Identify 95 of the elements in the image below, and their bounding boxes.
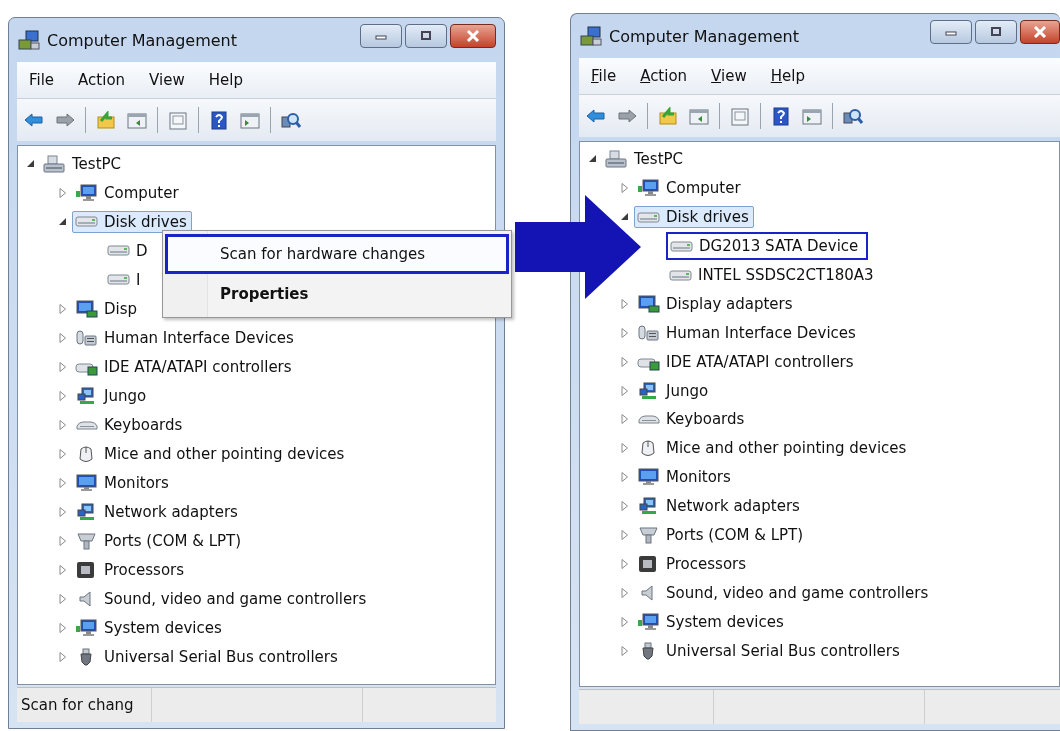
back-arrow-icon[interactable] (585, 106, 607, 126)
tree-item[interactable]: I (104, 268, 146, 291)
menu-item[interactable]: Properties (165, 274, 509, 314)
menu-item[interactable]: Scan for hardware changes (165, 234, 509, 274)
drive-icon (670, 240, 693, 252)
tree-item[interactable]: Computer (634, 177, 746, 200)
back-arrow-icon[interactable] (23, 110, 45, 130)
drive-icon (75, 216, 98, 227)
close-icon (1033, 26, 1047, 38)
maximize-button[interactable] (975, 20, 1017, 44)
action-pane-icon[interactable] (801, 106, 823, 126)
drive-icon (107, 274, 130, 285)
monitor-icon (637, 179, 660, 198)
close-button[interactable] (1020, 20, 1060, 44)
drive-icon (637, 211, 660, 223)
tree-item[interactable]: Ports (COM & LPT) (72, 529, 247, 552)
monitor-icon (75, 618, 98, 637)
display-adapter-icon (75, 299, 98, 318)
console-tree-icon[interactable] (126, 110, 148, 130)
maximize-icon (989, 27, 1003, 37)
tree-item[interactable]: Universal Serial Bus controllers (634, 639, 905, 662)
drive-icon (107, 245, 130, 256)
monitor-icon (637, 612, 660, 631)
tree-item[interactable]: Disk drives (72, 210, 192, 233)
help-icon[interactable] (208, 110, 230, 130)
display-adapter-icon (637, 294, 660, 313)
minimize-button[interactable] (360, 24, 402, 48)
menu-item[interactable]: View (137, 69, 197, 91)
tree-item[interactable]: IDE ATA/ATAPI controllers (634, 350, 859, 373)
drive-icon (669, 269, 692, 281)
menu-item[interactable]: Action (66, 69, 138, 91)
tree-item[interactable]: Mice and other pointing devices (72, 442, 350, 465)
forward-arrow-icon[interactable] (54, 110, 76, 130)
menu-item[interactable]: File (579, 65, 629, 87)
monitor-icon (637, 468, 660, 487)
tree-item[interactable]: Ports (COM & LPT) (634, 524, 809, 546)
tree-item[interactable]: Jungo (72, 384, 152, 407)
tree-item[interactable]: Monitors (72, 471, 174, 494)
forward-arrow-icon[interactable] (616, 106, 638, 126)
port-connector-icon (637, 526, 660, 544)
close-button[interactable] (450, 24, 496, 48)
menu-item[interactable]: Help (758, 65, 817, 87)
tree-item[interactable]: Mice and other pointing devices (634, 437, 912, 460)
monitor-icon (75, 473, 98, 492)
maximize-button[interactable] (405, 24, 447, 48)
status-text: Scan for chang (21, 696, 134, 714)
tree-item[interactable]: Display adapters (634, 292, 798, 315)
tree-item[interactable]: Jungo (634, 379, 714, 402)
maximize-icon (419, 31, 433, 41)
properties-sheet-icon[interactable] (167, 110, 189, 130)
help-icon[interactable] (770, 106, 792, 126)
tree-item[interactable]: Disp (72, 297, 143, 320)
tree-item[interactable]: TestPC (602, 148, 689, 171)
tree-item[interactable]: Network adapters (72, 500, 243, 523)
tree-item[interactable]: System devices (72, 616, 227, 639)
menu-item[interactable]: Action (628, 65, 700, 87)
input-device-icon (75, 328, 98, 347)
tree-item[interactable]: Processors (634, 552, 752, 575)
tree-item[interactable]: Disk drives (634, 206, 754, 229)
tree-item[interactable]: System devices (634, 610, 789, 633)
menu-item[interactable]: Help (196, 69, 255, 91)
tree-item[interactable]: IDE ATA/ATAPI controllers (72, 355, 297, 378)
tree-item[interactable]: Human Interface Devices (634, 321, 861, 344)
properties-sheet-icon[interactable] (729, 106, 751, 126)
app-icon (17, 29, 41, 51)
tree-item[interactable]: Monitors (634, 466, 736, 489)
tree-item[interactable]: Human Interface Devices (72, 326, 299, 349)
tree-item[interactable]: Keyboards (72, 413, 188, 436)
tree-item[interactable]: Sound, video and game controllers (634, 581, 934, 604)
port-connector-icon (75, 531, 98, 550)
tree-item[interactable]: Sound, video and game controllers (72, 587, 372, 610)
tree-item[interactable]: Universal Serial Bus controllers (72, 645, 343, 668)
scan-magnifier-icon[interactable] (842, 106, 864, 126)
tree-item[interactable]: Network adapters (634, 495, 805, 518)
console-tree-icon[interactable] (688, 106, 710, 126)
menu-item[interactable]: View (699, 65, 759, 87)
menu-item[interactable]: File (17, 69, 67, 91)
scan-magnifier-icon[interactable] (280, 110, 302, 130)
folder-up-icon[interactable] (95, 110, 117, 130)
action-pane-icon[interactable] (239, 110, 261, 130)
window-title: Computer Management (609, 26, 801, 46)
tree-item[interactable]: INTEL SSDSC2CT180A3 (666, 264, 879, 286)
tree-item[interactable]: Keyboards (634, 408, 750, 431)
input-device-icon (637, 323, 660, 342)
close-icon (466, 30, 480, 42)
window-title: Computer Management (47, 30, 239, 50)
tree-item[interactable]: TestPC (40, 152, 127, 175)
folder-up-icon[interactable] (657, 106, 679, 126)
app-icon (579, 25, 603, 47)
minimize-button[interactable] (930, 20, 972, 44)
tree-item[interactable]: Computer (72, 181, 184, 204)
tree-item[interactable]: Processors (72, 558, 190, 581)
monitor-icon (75, 183, 98, 202)
tree-item[interactable]: DG2013 SATA Device (666, 232, 869, 261)
tree-item[interactable]: D (104, 239, 153, 262)
